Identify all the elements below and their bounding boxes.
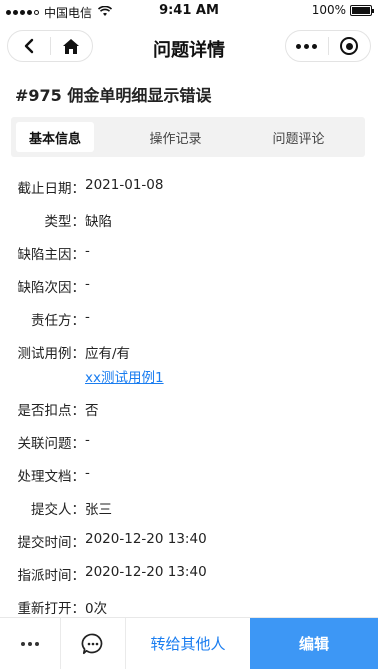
field-value: - <box>85 432 90 448</box>
field-assign-time: 指派时间： 2020-12-20 13:40 <box>15 564 207 584</box>
tab-basic-info[interactable]: 基本信息 <box>16 122 94 152</box>
field-label: 缺陷主因： <box>17 247 86 263</box>
target-icon <box>340 37 359 55</box>
field-handling-doc: 处理文档： - <box>15 465 90 485</box>
nav-bar: 问题详情 <box>0 22 378 70</box>
field-value: 0次 <box>85 601 108 617</box>
field-secondary-cause: 缺陷次因： - <box>15 276 90 296</box>
field-value: - <box>85 309 90 325</box>
more-actions-button[interactable] <box>0 618 61 669</box>
test-case-link[interactable]: xx测试用例1 <box>85 366 164 386</box>
nav-right-capsule <box>285 30 371 62</box>
field-value: 2020-12-20 13:40 <box>85 564 207 580</box>
more-dots-icon <box>21 641 39 646</box>
field-value: - <box>85 465 90 481</box>
comment-icon <box>81 633 103 654</box>
field-test-case: 测试用例： 应有/有 <box>15 342 131 362</box>
tab-bar: 基本信息 操作记录 问题评论 <box>11 117 365 157</box>
bottom-action-bar: 转给其他人 编辑 <box>0 617 378 669</box>
field-label: 处理文档： <box>17 469 86 485</box>
field-label: 提交时间： <box>17 535 86 551</box>
field-label: 责任方： <box>31 313 85 329</box>
field-submit-time: 提交时间： 2020-12-20 13:40 <box>15 531 207 551</box>
field-label: 类型： <box>44 214 86 230</box>
issue-title: #975 佣金单明细显示错误 <box>15 86 212 105</box>
field-label: 提交人： <box>31 502 85 518</box>
field-value: 缺陷 <box>85 214 112 230</box>
tab-issue-comments[interactable]: 问题评论 <box>237 122 360 152</box>
field-label: 关联问题： <box>17 436 86 452</box>
field-related-issue: 关联问题： - <box>15 432 90 452</box>
battery-fill <box>352 6 370 14</box>
field-submitter: 提交人： 张三 <box>15 498 112 518</box>
field-type: 类型： 缺陷 <box>15 210 113 230</box>
close-miniapp-button[interactable] <box>329 31 371 61</box>
field-value: 张三 <box>85 502 112 518</box>
more-dots-icon <box>296 43 318 49</box>
field-deduction: 是否扣点： 否 <box>15 399 99 419</box>
battery-icon <box>350 4 374 16</box>
battery-text: 100% <box>311 3 346 17</box>
field-label: 缺陷次因： <box>17 280 86 296</box>
status-bar: 中国电信 9:41 AM 100% <box>0 0 378 22</box>
field-label: 测试用例： <box>17 346 86 362</box>
transfer-button[interactable]: 转给其他人 <box>126 618 250 669</box>
field-value: 应有/有 <box>85 346 131 362</box>
field-label: 截止日期： <box>17 181 86 197</box>
field-value: 否 <box>85 403 99 419</box>
field-label: 重新打开： <box>17 601 86 617</box>
tab-operation-log[interactable]: 操作记录 <box>114 122 237 152</box>
field-value: - <box>85 276 90 292</box>
field-label: 指派时间： <box>17 568 86 584</box>
field-reopen-count: 重新打开： 0次 <box>15 597 108 617</box>
field-value: 2020-12-20 13:40 <box>85 531 207 547</box>
field-value: - <box>85 243 90 259</box>
field-deadline: 截止日期： 2021-01-08 <box>15 177 164 197</box>
field-primary-cause: 缺陷主因： - <box>15 243 90 263</box>
more-button[interactable] <box>286 31 328 61</box>
field-label: 是否扣点： <box>17 403 86 419</box>
field-responsible: 责任方： - <box>15 309 90 329</box>
edit-button[interactable]: 编辑 <box>250 618 378 669</box>
field-value: 2021-01-08 <box>85 177 164 193</box>
status-right: 100% <box>311 3 374 17</box>
comment-button[interactable] <box>61 618 126 669</box>
